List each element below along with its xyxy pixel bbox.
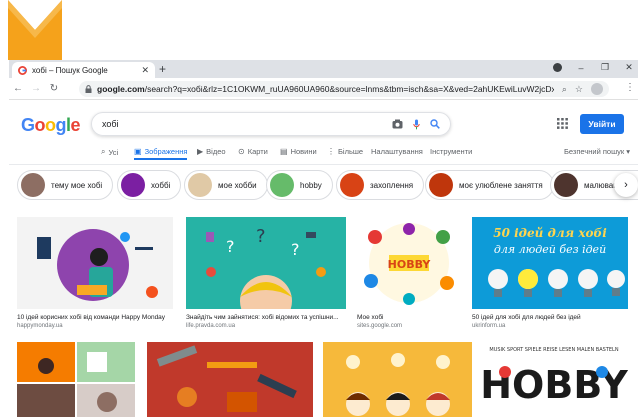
menu-kebab-icon[interactable]: ⋮ xyxy=(625,82,635,93)
logo-letter: e xyxy=(70,115,81,135)
camera-search-icon[interactable] xyxy=(392,119,403,129)
bookmark-star-icon[interactable]: ☆ xyxy=(575,84,583,95)
video-icon: ▶ xyxy=(197,147,204,156)
logo-letter: o xyxy=(34,115,46,135)
google-favicon-icon xyxy=(18,65,27,75)
profile-icon[interactable] xyxy=(553,63,562,72)
svg-text:?: ? xyxy=(256,226,266,247)
microphone-icon[interactable] xyxy=(413,119,420,130)
logo-letter: o xyxy=(45,115,56,135)
map-pin-icon: ⊙ xyxy=(238,147,245,156)
chip-moe-hobbi[interactable]: мое хобби xyxy=(184,170,268,200)
browser-tab[interactable]: хобі – Пошук Google ✕ xyxy=(12,62,155,78)
header-divider xyxy=(9,164,638,165)
forward-arrow-icon[interactable]: → xyxy=(27,83,45,94)
logo-letter: g xyxy=(55,115,67,135)
result-card[interactable]: 10 ідей корисних хобі від команди Happy … xyxy=(17,217,173,329)
more-icon: ⋮ xyxy=(327,147,335,156)
tab-images[interactable]: ▣ Зображення xyxy=(134,147,188,160)
result-card[interactable]: 50 ідей для хобі для людей без ідей 50 і… xyxy=(472,217,628,329)
zoom-icon[interactable]: ⌕ xyxy=(562,84,567,95)
hobby-badge-text: HOBBY xyxy=(388,258,432,271)
tab-close-icon[interactable]: ✕ xyxy=(141,65,149,76)
search-icon[interactable] xyxy=(430,119,440,129)
account-avatar[interactable] xyxy=(591,83,603,95)
result-title[interactable]: Мое хобі xyxy=(357,314,461,321)
sign-in-button[interactable]: Увійти xyxy=(580,114,624,134)
result-title[interactable]: 10 ідей корисних хобі від команди Happy … xyxy=(17,314,173,321)
tab-title: хобі – Пошук Google xyxy=(32,65,108,75)
result-image-happy-monday[interactable] xyxy=(17,217,173,309)
chip-thumbnail xyxy=(340,173,364,197)
result-image-tools[interactable] xyxy=(147,342,313,417)
apps-grid-icon[interactable] xyxy=(557,118,568,129)
chip-hobbi[interactable]: хоббі xyxy=(117,170,182,200)
chip-zahoplennya[interactable]: захоплення xyxy=(336,170,425,200)
chip-uliublene-zanyattya[interactable]: моє улюблене заняття xyxy=(425,170,554,200)
orange-corner-mark xyxy=(8,0,62,60)
ideas-line2-text: для людей без ідей xyxy=(494,243,606,256)
address-bar[interactable]: google.com/search?q=хобі&rlz=1C1OKWM_ruU… xyxy=(79,81,609,97)
search-input[interactable]: хобі xyxy=(102,119,382,129)
result-source: happymonday.ua xyxy=(17,323,63,329)
chip-thumbnail xyxy=(554,173,578,197)
minimize-button[interactable]: – xyxy=(576,63,586,73)
chip-thumbnail xyxy=(270,173,294,197)
back-arrow-icon[interactable]: ← xyxy=(9,83,27,94)
close-window-button[interactable]: ✕ xyxy=(624,62,634,73)
result-image-hobby-word[interactable]: MUSIK SPORT SPIELE REISE LESEN MALEN BAS… xyxy=(480,342,628,417)
new-tab-button[interactable]: + xyxy=(159,62,166,76)
logo-letter: G xyxy=(21,115,35,135)
tab-news[interactable]: ▤ Новини xyxy=(280,147,317,156)
result-title[interactable]: Знайдіть чим зайнятися: хобі відомих та … xyxy=(186,314,346,321)
svg-text:?: ? xyxy=(291,240,300,259)
google-header: Google хобі Увійти ⌕ Усі ▣ Зображення ▶ … xyxy=(9,101,638,161)
tab-tools[interactable]: Інструменти xyxy=(430,147,472,156)
result-image-collage[interactable] xyxy=(17,342,135,417)
result-card[interactable]: ? ? ? Знайдіть чим зайнятися: хобі відом… xyxy=(186,217,346,329)
url-text: google.com/search?q=хобі&rlz=1C1OKWM_ruU… xyxy=(97,84,554,94)
result-image-life-pravda[interactable]: ? ? ? xyxy=(186,217,346,309)
related-chips: тему мое хобі хоббі мое хобби hobby захо… xyxy=(9,170,638,204)
result-source: sites.google.com xyxy=(357,323,403,329)
search-tabs: ⌕ Усі ▣ Зображення ▶ Відео ⊙ Карти ▤ Новини ⋮… xyxy=(9,147,638,161)
ideas-line1-text: 50 ідей для хобі xyxy=(493,226,607,240)
result-image-moe-hobi[interactable]: HOBBY xyxy=(357,217,461,309)
result-title[interactable]: 50 ідей для хобі для людей без ідей xyxy=(472,314,628,321)
safe-search-toggle[interactable]: Безпечний пошук ▾ xyxy=(564,147,630,156)
result-card[interactable]: HOBBY Мое хобі sites.google.com xyxy=(357,217,461,329)
result-image-ukrinform[interactable]: 50 ідей для хобі для людей без ідей xyxy=(472,217,628,309)
news-icon: ▤ xyxy=(280,147,288,156)
browser-toolbar: ← → ↻ google.com/search?q=хобі&rlz=1C1OK… xyxy=(9,78,638,100)
chip-thumbnail xyxy=(188,173,212,197)
result-source: life.pravda.com.ua xyxy=(186,323,236,329)
tab-maps[interactable]: ⊙ Карти xyxy=(238,147,268,156)
tab-settings[interactable]: Налаштування xyxy=(371,147,423,156)
browser-window: хобі – Пошук Google ✕ + – ❐ ✕ ← → ↻ goog… xyxy=(9,60,638,417)
restore-button[interactable]: ❐ xyxy=(600,62,610,73)
tab-more[interactable]: ⋮ Більше xyxy=(327,147,363,156)
hobby-caption-text: MUSIK SPORT SPIELE REISE LESEN MALEN BAS… xyxy=(489,347,618,353)
tab-video[interactable]: ▶ Відео xyxy=(197,147,226,156)
tab-strip: хобі – Пошук Google ✕ + – ❐ ✕ xyxy=(9,60,638,78)
chip-tema-moe-hobi[interactable]: тему мое хобі xyxy=(17,170,114,200)
window-controls: – ❐ ✕ xyxy=(553,62,634,73)
lock-icon xyxy=(85,85,92,93)
page: хобі – Пошук Google ✕ + – ❐ ✕ ← → ↻ goog… xyxy=(0,0,638,417)
reload-icon[interactable]: ↻ xyxy=(45,83,63,94)
chip-thumbnail xyxy=(21,173,45,197)
svg-text:?: ? xyxy=(226,237,235,256)
google-logo[interactable]: Google xyxy=(21,115,81,136)
chip-thumbnail xyxy=(429,173,453,197)
result-image-kids-icons[interactable] xyxy=(323,342,472,417)
result-source: ukrinform.ua xyxy=(472,323,506,329)
chips-next-arrow-icon[interactable]: › xyxy=(614,173,638,197)
tab-all[interactable]: ⌕ Усі xyxy=(101,147,118,157)
chip-hobby[interactable]: hobby xyxy=(266,170,333,200)
image-icon: ▣ xyxy=(134,147,142,156)
search-icon: ⌕ xyxy=(101,147,106,156)
chip-thumbnail xyxy=(121,173,145,197)
search-box[interactable]: хобі xyxy=(91,112,451,136)
